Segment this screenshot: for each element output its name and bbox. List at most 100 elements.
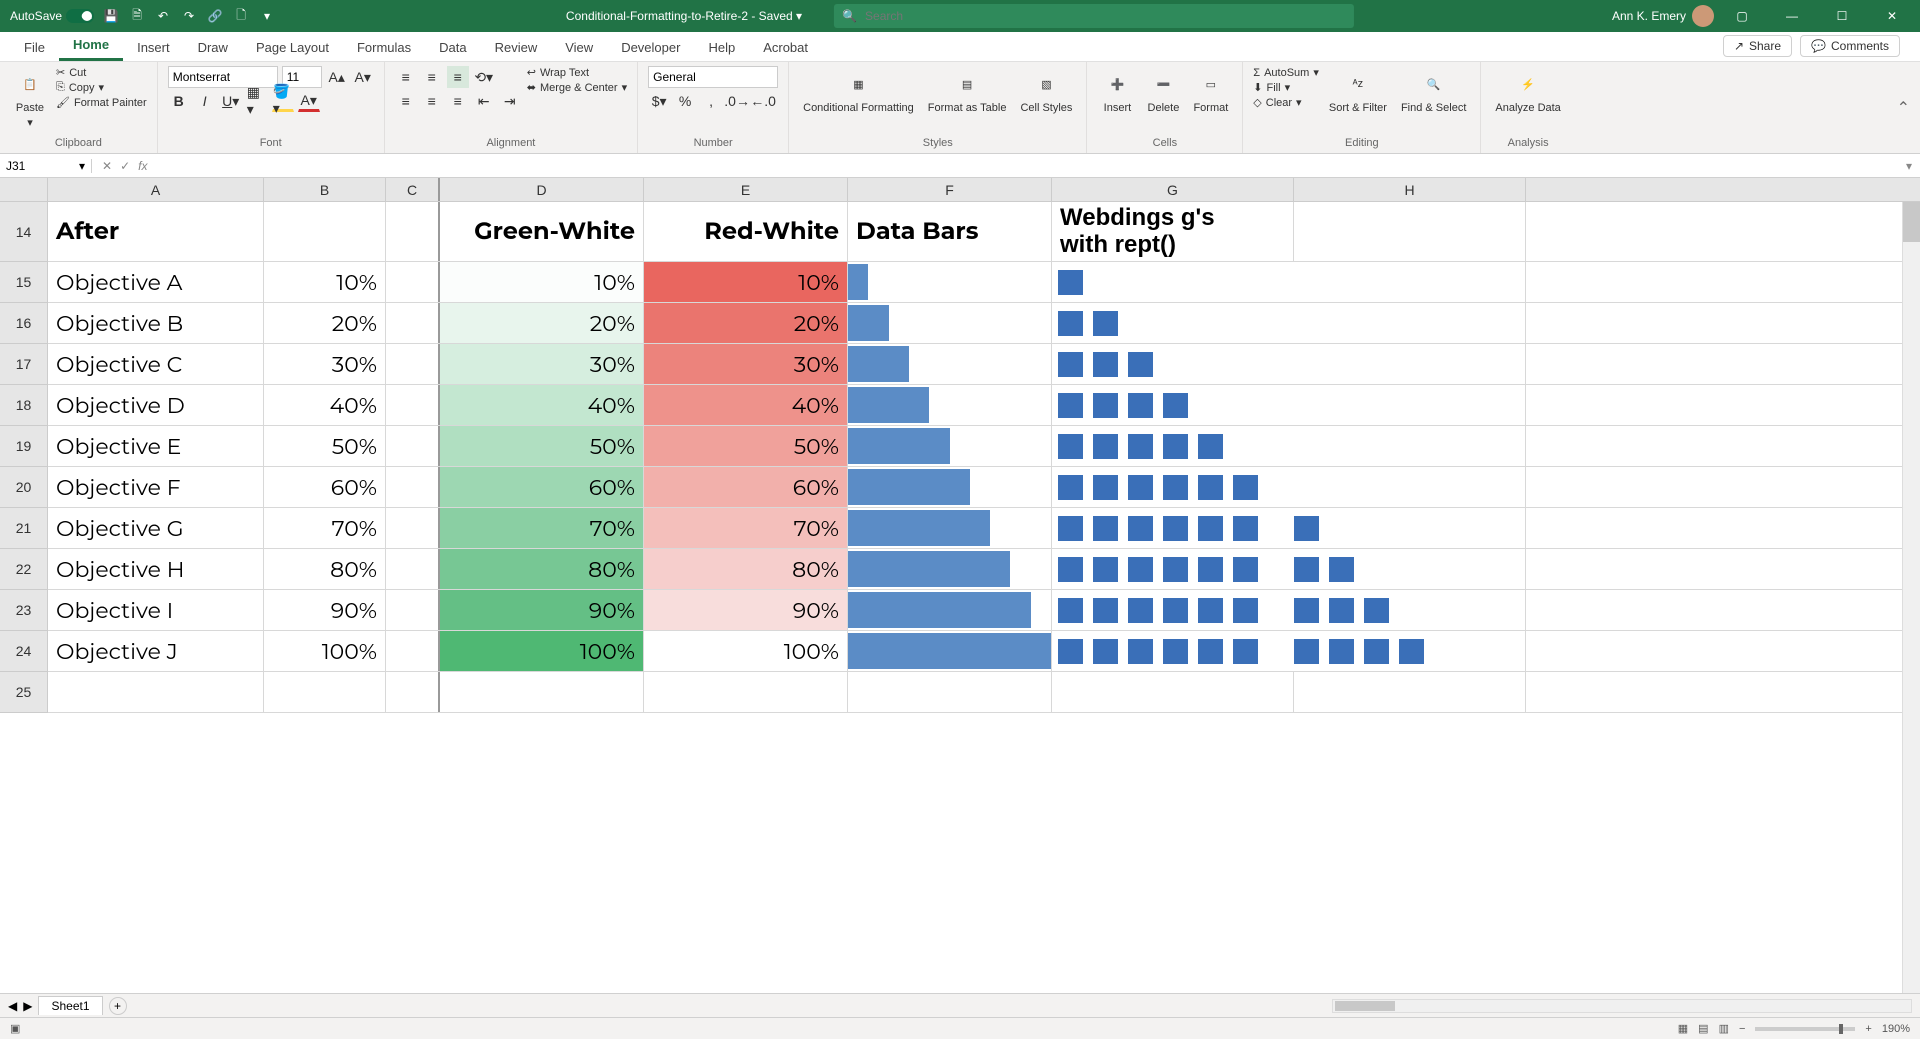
italic-button[interactable]: I (194, 90, 216, 112)
worksheet-grid[interactable]: A B C D E F G H 141516171819202122232425… (0, 178, 1920, 993)
cell[interactable] (264, 672, 386, 712)
cell[interactable] (1294, 262, 1526, 302)
record-macro-icon[interactable]: ▣ (10, 1022, 20, 1035)
insert-cells-button[interactable]: ➕Insert (1097, 66, 1137, 116)
save-icon[interactable]: 💾 (102, 7, 120, 25)
col-header[interactable]: E (644, 178, 848, 201)
tab-draw[interactable]: Draw (184, 34, 242, 61)
cell[interactable] (848, 590, 1052, 630)
share-button[interactable]: ↗Share (1723, 35, 1792, 57)
cell-styles-button[interactable]: ▧Cell Styles (1016, 66, 1076, 116)
print-preview-icon[interactable]: 🗋 (232, 7, 250, 25)
col-header[interactable]: F (848, 178, 1052, 201)
vertical-scrollbar[interactable] (1902, 202, 1920, 993)
cell[interactable] (1052, 344, 1294, 384)
row-header[interactable]: 16 (0, 303, 48, 344)
maximize-icon[interactable]: ☐ (1820, 0, 1864, 32)
wrap-text-button[interactable]: ↩Wrap Text (527, 66, 627, 79)
cell[interactable] (386, 549, 440, 589)
row-header[interactable]: 18 (0, 385, 48, 426)
align-left-icon[interactable]: ≡ (395, 90, 417, 112)
tab-file[interactable]: File (10, 34, 59, 61)
cell[interactable]: 40% (264, 385, 386, 425)
zoom-slider[interactable] (1755, 1027, 1855, 1031)
cell[interactable]: 20% (644, 303, 848, 343)
align-top-icon[interactable]: ≡ (395, 66, 417, 88)
tab-home[interactable]: Home (59, 31, 123, 61)
cell[interactable] (1052, 467, 1294, 507)
cell[interactable]: After (48, 202, 264, 261)
row-header[interactable]: 25 (0, 672, 48, 713)
row-header[interactable]: 15 (0, 262, 48, 303)
cell[interactable] (848, 549, 1052, 589)
fill-color-button[interactable]: 🪣▾ (272, 90, 294, 112)
fill-button[interactable]: ⬇Fill ▾ (1253, 81, 1319, 94)
row-header[interactable]: 23 (0, 590, 48, 631)
scrollbar-thumb[interactable] (1903, 202, 1920, 242)
cell[interactable] (1052, 426, 1294, 466)
add-sheet-button[interactable]: + (109, 997, 127, 1015)
close-icon[interactable]: ✕ (1870, 0, 1914, 32)
decrease-decimal-icon[interactable]: ←.0 (752, 90, 774, 112)
page-layout-view-icon[interactable]: ▤ (1698, 1022, 1708, 1035)
col-header[interactable]: A (48, 178, 264, 201)
align-middle-icon[interactable]: ≡ (421, 66, 443, 88)
cell[interactable] (848, 262, 1052, 302)
cut-button[interactable]: ✂Cut (56, 66, 147, 79)
collapse-ribbon-icon[interactable]: ⌃ (1887, 98, 1920, 118)
cell[interactable] (386, 631, 440, 671)
align-bottom-icon[interactable]: ≡ (447, 66, 469, 88)
percent-icon[interactable]: % (674, 90, 696, 112)
tab-help[interactable]: Help (694, 34, 749, 61)
fx-icon[interactable]: fx (138, 159, 147, 173)
cell[interactable]: 10% (264, 262, 386, 302)
cell[interactable] (848, 631, 1052, 671)
sort-filter-button[interactable]: ᴬᴢSort & Filter (1325, 66, 1391, 116)
search-box[interactable]: 🔍 (834, 4, 1354, 28)
cell[interactable] (264, 202, 386, 261)
cell[interactable]: 70% (440, 508, 644, 548)
tab-insert[interactable]: Insert (123, 34, 184, 61)
cell[interactable]: 80% (440, 549, 644, 589)
search-input[interactable] (865, 9, 1346, 23)
cancel-formula-icon[interactable]: ✕ (102, 159, 112, 173)
cell[interactable]: 70% (644, 508, 848, 548)
cell[interactable] (1052, 549, 1294, 589)
enter-formula-icon[interactable]: ✓ (120, 159, 130, 173)
tab-page-layout[interactable]: Page Layout (242, 34, 343, 61)
cell[interactable]: 40% (440, 385, 644, 425)
increase-indent-icon[interactable]: ⇥ (499, 90, 521, 112)
cell[interactable]: Objective G (48, 508, 264, 548)
cell[interactable]: Objective J (48, 631, 264, 671)
qat-customize-icon[interactable]: ▾ (258, 7, 276, 25)
col-header[interactable]: C (386, 178, 440, 201)
cell[interactable]: 100% (644, 631, 848, 671)
normal-view-icon[interactable]: ▦ (1678, 1022, 1688, 1035)
clear-button[interactable]: ◇Clear ▾ (1253, 96, 1319, 109)
row-header[interactable]: 22 (0, 549, 48, 590)
cell[interactable]: 90% (644, 590, 848, 630)
conditional-formatting-button[interactable]: ▦Conditional Formatting (799, 66, 918, 116)
cell[interactable] (440, 672, 644, 712)
cell[interactable] (1052, 303, 1294, 343)
minimize-icon[interactable]: — (1770, 0, 1814, 32)
tab-view[interactable]: View (551, 34, 607, 61)
cell[interactable] (1294, 385, 1526, 425)
cell[interactable] (1294, 303, 1526, 343)
comments-button[interactable]: 💬Comments (1800, 35, 1900, 57)
decrease-indent-icon[interactable]: ⇤ (473, 90, 495, 112)
cell[interactable]: Objective F (48, 467, 264, 507)
undo-icon[interactable]: ↶ (154, 7, 172, 25)
sheet-nav-prev-icon[interactable]: ◀ (8, 999, 17, 1013)
ribbon-display-icon[interactable]: ▢ (1720, 0, 1764, 32)
cell[interactable] (644, 672, 848, 712)
format-cells-button[interactable]: ▭Format (1189, 66, 1232, 116)
bold-button[interactable]: B (168, 90, 190, 112)
cell[interactable] (1294, 426, 1526, 466)
format-painter-button[interactable]: 🖌Format Painter (56, 96, 147, 109)
cell[interactable]: 30% (644, 344, 848, 384)
cell[interactable] (848, 385, 1052, 425)
increase-decimal-icon[interactable]: .0→ (726, 90, 748, 112)
cell[interactable]: 90% (264, 590, 386, 630)
copy-button[interactable]: ⎘Copy ▾ (56, 81, 147, 94)
